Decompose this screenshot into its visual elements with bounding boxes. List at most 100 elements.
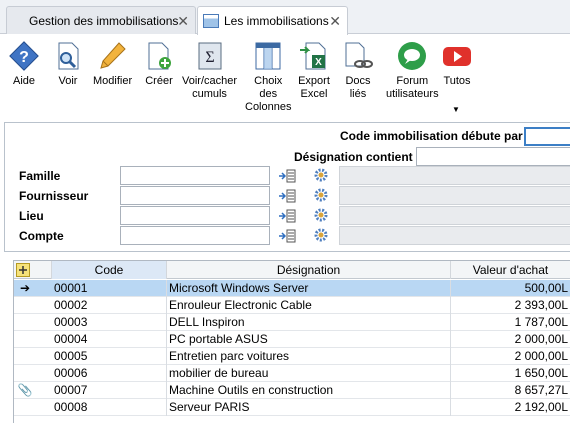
- svg-text:?: ?: [19, 49, 29, 66]
- lieu-description: [339, 206, 570, 225]
- close-icon[interactable]: ✕: [177, 13, 189, 30]
- linked-docs-icon: [345, 42, 373, 68]
- table-row[interactable]: 00003 DELL Inspiron 1 787,00L: [14, 314, 570, 331]
- toolbar-label: Voir/cacher cumuls: [182, 75, 238, 100]
- voir-button[interactable]: Voir: [52, 40, 84, 88]
- table-row[interactable]: 📎 00007 Machine Outils en construction 8 65…: [14, 382, 570, 399]
- add-column-icon[interactable]: [16, 263, 30, 277]
- table-row[interactable]: ➔ 00001 Microsoft Windows Server 500,00L: [14, 280, 570, 297]
- cell-valeur-achat: 1 650,00L: [451, 365, 570, 382]
- cell-valeur-achat: 2 000,00L: [451, 331, 570, 348]
- list-select-icon[interactable]: [278, 229, 296, 243]
- cell-designation: Machine Outils en construction: [167, 382, 451, 399]
- columns-icon: [255, 42, 281, 70]
- voir-cacher-cumuls-button[interactable]: Σ Voir/cacher cumuls: [182, 40, 237, 101]
- gear-icon[interactable]: [313, 227, 329, 243]
- filter-panel: Code immobilisation débute par Désignati…: [4, 122, 570, 252]
- tab-gestion-immobilisations[interactable]: Gestion des immobilisations ✕: [6, 6, 196, 34]
- gear-icon[interactable]: [313, 187, 329, 203]
- cell-valeur-achat: 2 192,00L: [451, 399, 570, 416]
- tutos-button[interactable]: Tutos: [441, 40, 473, 88]
- list-select-icon[interactable]: [278, 169, 296, 183]
- toolbar-label: Forum utilisateurs: [386, 75, 439, 100]
- cell-valeur-achat: 500,00L: [451, 280, 570, 297]
- cell-code: 00003: [14, 314, 167, 331]
- modifier-button[interactable]: Modifier: [93, 40, 132, 88]
- lieu-input[interactable]: [120, 206, 270, 225]
- toolbar-label: Voir: [58, 75, 78, 87]
- cell-code: 00005: [14, 348, 167, 365]
- cell-code: 00004: [14, 331, 167, 348]
- video-play-icon: [443, 47, 471, 66]
- list-select-icon[interactable]: [278, 209, 296, 223]
- famille-label: Famille: [19, 169, 61, 183]
- code-filter-input[interactable]: [524, 127, 570, 146]
- table-row[interactable]: 00005 Entretien parc voitures 2 000,00L: [14, 348, 570, 365]
- close-icon[interactable]: ✕: [329, 13, 341, 30]
- toolbar-label: Créer: [145, 75, 173, 87]
- cell-designation: mobilier de bureau: [167, 365, 451, 382]
- cell-designation: Microsoft Windows Server: [167, 280, 451, 297]
- aide-button[interactable]: ? Aide: [8, 40, 40, 88]
- toolbar-label: Modifier: [93, 75, 133, 87]
- cell-code: 00006: [14, 365, 167, 382]
- tab-label: Gestion des immobilisations: [29, 13, 179, 28]
- gear-icon[interactable]: [313, 167, 329, 183]
- table-icon: [203, 14, 219, 28]
- table-row[interactable]: 00004 PC portable ASUS 2 000,00L: [14, 331, 570, 348]
- cell-valeur-achat: 8 657,27L: [451, 382, 570, 399]
- cell-designation: Serveur PARIS: [167, 399, 451, 416]
- fournisseur-description: [339, 186, 570, 205]
- code-filter-label: Code immobilisation débute par: [340, 129, 523, 143]
- cell-code: 00007: [14, 382, 167, 399]
- tab-bar: Gestion des immobilisations ✕ Les immobi…: [0, 0, 570, 35]
- forum-icon: [398, 42, 427, 70]
- column-header-designation[interactable]: Désignation: [167, 261, 451, 279]
- cell-designation: PC portable ASUS: [167, 331, 451, 348]
- svg-text:Σ: Σ: [205, 49, 214, 66]
- fournisseur-label: Fournisseur: [19, 189, 89, 203]
- compte-input[interactable]: [120, 226, 270, 245]
- cell-valeur-achat: 2 393,00L: [451, 297, 570, 314]
- column-header-code[interactable]: Code: [52, 261, 167, 279]
- cell-designation: DELL Inspiron: [167, 314, 451, 331]
- create-document-icon: [148, 42, 171, 70]
- docs-lies-button[interactable]: Docs liés: [342, 40, 374, 101]
- immobilisations-table: Code Désignation Valeur d'achat ➔ 00001 Mi…: [13, 260, 570, 423]
- list-select-icon[interactable]: [278, 189, 296, 203]
- lieu-label: Lieu: [19, 209, 44, 223]
- famille-description: [339, 166, 570, 185]
- designation-filter-label: Désignation contient: [294, 150, 413, 164]
- famille-input[interactable]: [120, 166, 270, 185]
- sigma-icon: Σ: [198, 42, 222, 70]
- table-row[interactable]: 00006 mobilier de bureau 1 650,00L: [14, 365, 570, 382]
- table-row[interactable]: 00008 Serveur PARIS 2 192,00L: [14, 399, 570, 416]
- cell-code: 00008: [14, 399, 167, 416]
- toolbar: ? Aide Voir Modifier Créer Σ Voir/cacher…: [0, 35, 570, 119]
- choix-colonnes-button[interactable]: Choix des Colonnes: [245, 40, 291, 114]
- toolbar-label: Tutos: [443, 75, 471, 87]
- tab-les-immobilisations[interactable]: Les immobilisations ✕: [197, 6, 348, 35]
- cell-valeur-achat: 2 000,00L: [451, 348, 570, 365]
- export-excel-button[interactable]: X Export Excel: [298, 40, 330, 101]
- forum-utilisateurs-button[interactable]: Forum utilisateurs: [386, 40, 439, 101]
- cell-designation: Entretien parc voitures: [167, 348, 451, 365]
- compte-description: [339, 226, 570, 245]
- view-document-icon: [58, 42, 79, 70]
- designation-filter-input[interactable]: [416, 147, 570, 166]
- pencil-icon: [99, 42, 126, 69]
- toolbar-label: Export Excel: [298, 75, 330, 100]
- compte-label: Compte: [19, 229, 64, 243]
- table-row[interactable]: 00002 Enrouleur Electronic Cable 2 393,00L: [14, 297, 570, 314]
- svg-text:X: X: [315, 57, 322, 68]
- toolbar-label: Docs liés: [345, 75, 371, 100]
- column-header-valeur-achat[interactable]: Valeur d'achat: [451, 261, 570, 279]
- dropdown-arrow-icon[interactable]: ▼: [452, 105, 460, 114]
- fournisseur-input[interactable]: [120, 186, 270, 205]
- creer-button[interactable]: Créer: [143, 40, 175, 88]
- toolbar-label: Aide: [12, 75, 36, 87]
- tab-label: Les immobilisations: [224, 14, 329, 28]
- table-header: Code Désignation Valeur d'achat: [14, 261, 570, 279]
- toolbar-label: Choix des Colonnes: [245, 75, 292, 113]
- gear-icon[interactable]: [313, 207, 329, 223]
